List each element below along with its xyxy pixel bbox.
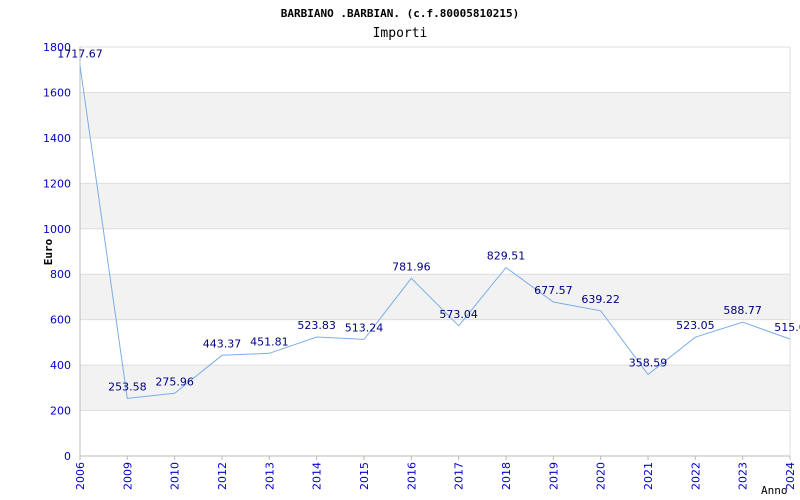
data-label: 513.24 (345, 321, 384, 334)
x-axis-label: Anno (761, 484, 788, 497)
x-tick-label: 2021 (642, 462, 655, 490)
data-label: 573.04 (439, 308, 478, 321)
x-tick-label: 2010 (169, 462, 182, 490)
data-label: 829.51 (487, 250, 526, 263)
data-label: 515.0 (774, 321, 800, 334)
x-tick-label: 2006 (74, 462, 87, 490)
y-tick-label: 1200 (43, 177, 71, 190)
data-label: 443.37 (203, 337, 242, 350)
x-tick-label: 2015 (358, 462, 371, 490)
data-label: 639.22 (581, 293, 620, 306)
grid-band (80, 92, 790, 138)
data-label: 781.96 (392, 260, 431, 273)
x-tick-label: 2009 (121, 462, 134, 490)
y-tick-label: 200 (50, 405, 71, 418)
y-tick-label: 600 (50, 314, 71, 327)
data-label: 275.96 (155, 375, 194, 388)
y-tick-label: 1400 (43, 132, 71, 145)
grid-band (80, 274, 790, 320)
y-tick-label: 1000 (43, 223, 71, 236)
chart-title: BARBIANO .BARBIAN. (c.f.80005810215) (281, 7, 519, 20)
x-tick-label: 2018 (500, 462, 513, 490)
y-tick-label: 1600 (43, 86, 71, 99)
data-label: 253.58 (108, 380, 147, 393)
x-tick-label: 2022 (689, 462, 702, 490)
x-tick-label: 2012 (216, 462, 229, 490)
data-label: 451.81 (250, 335, 289, 348)
y-tick-label: 400 (50, 359, 71, 372)
data-label: 523.05 (676, 319, 715, 332)
x-tick-label: 2013 (263, 462, 276, 490)
x-tick-label: 2014 (311, 462, 324, 490)
data-label: 677.57 (534, 284, 573, 297)
data-label: 523.83 (297, 319, 336, 332)
x-tick-label: 2019 (547, 462, 560, 490)
line-chart: BARBIANO .BARBIAN. (c.f.80005810215) Imp… (42, 7, 800, 497)
data-label: 1717.67 (57, 48, 103, 61)
data-label: 588.77 (723, 304, 762, 317)
chart-subtitle: Importi (373, 26, 428, 41)
y-tick-label: 0 (64, 450, 71, 463)
x-tick-label: 2020 (595, 462, 608, 490)
y-axis-label: Euro (42, 238, 55, 265)
y-tick-label: 800 (50, 268, 71, 281)
data-label: 358.59 (629, 357, 668, 370)
grid-band (80, 183, 790, 229)
x-tick-label: 2023 (737, 462, 750, 490)
x-tick-label: 2016 (405, 462, 418, 490)
x-tick-label: 2017 (453, 462, 466, 490)
